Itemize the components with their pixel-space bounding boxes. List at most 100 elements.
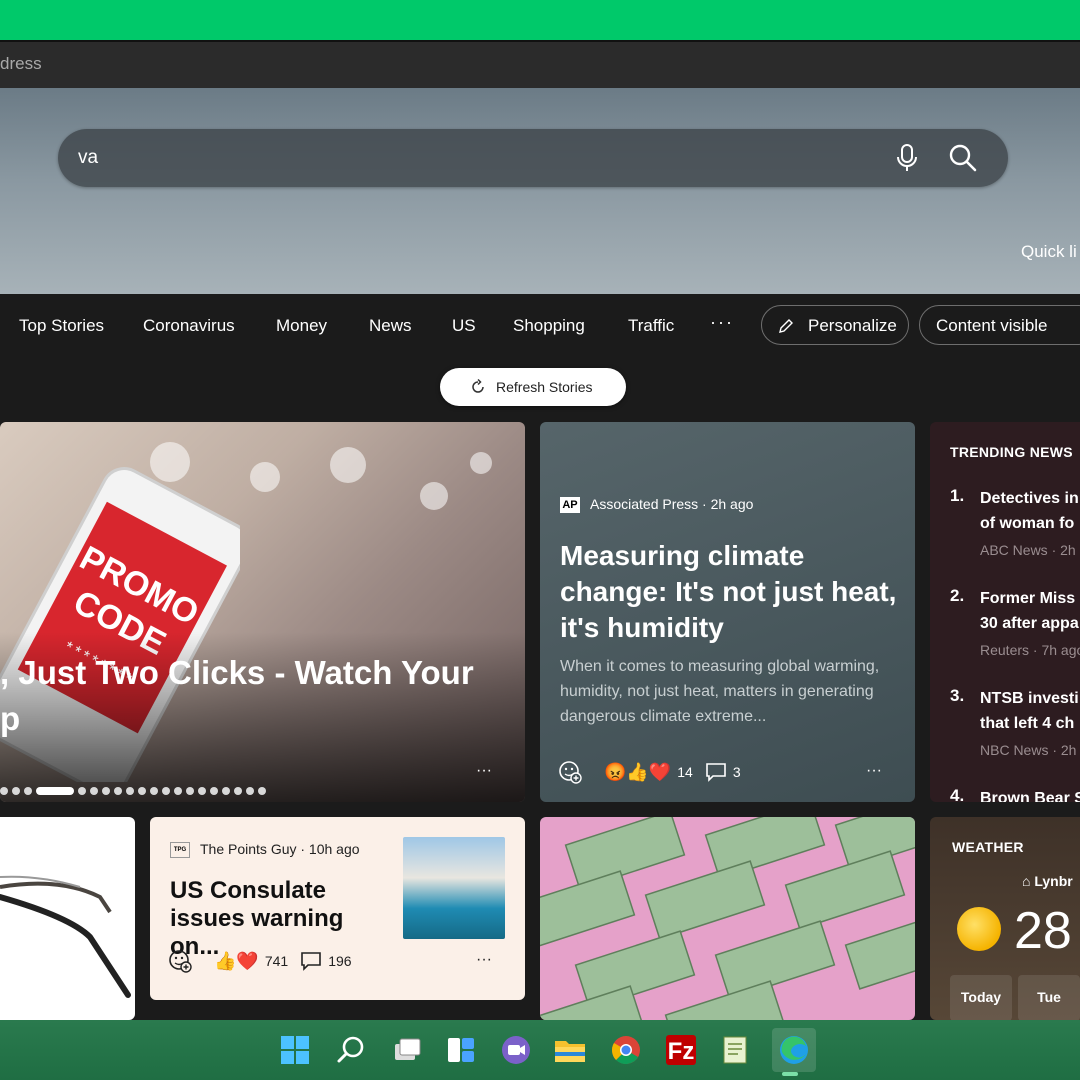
add-reaction-icon[interactable] (558, 760, 582, 784)
promo-headline[interactable]: , Just Two Clicks - Watch Your p (0, 650, 500, 742)
search-icon[interactable] (948, 143, 978, 173)
bokeh-light (250, 462, 280, 492)
carousel-dot-active[interactable] (36, 787, 74, 795)
climate-title[interactable]: Measuring climate change: It's not just … (560, 538, 900, 646)
money-story-card[interactable] (540, 817, 915, 1020)
carousel-dot[interactable] (12, 787, 20, 795)
microphone-icon[interactable] (896, 143, 918, 173)
address-placeholder[interactable]: dress (0, 54, 42, 74)
promo-carousel-card[interactable]: PROMO CODE ******** , Just Two Clicks - … (0, 422, 525, 802)
trending-number: 1. (950, 486, 965, 505)
nav-more-button[interactable]: ··· (710, 312, 734, 333)
quick-links-toggle[interactable]: Quick li (1021, 242, 1077, 262)
add-reaction-icon[interactable] (168, 949, 192, 973)
nav-money[interactable]: Money (276, 316, 327, 336)
carousel-dot[interactable] (138, 787, 146, 795)
trending-number: 4. (950, 786, 965, 802)
points-guy-story-card[interactable]: TPG The Points Guy · 10h ago US Consulate… (150, 817, 525, 1000)
promo-headline-line2: p (0, 700, 21, 737)
carousel-dot[interactable] (78, 787, 86, 795)
weather-location-text: Lynbr (1034, 873, 1073, 889)
personalize-button[interactable]: Personalize (761, 305, 909, 345)
trending-title-line1: Brown Bear S (980, 790, 1080, 802)
bokeh-light (470, 452, 492, 474)
points-source-text: The Points Guy · 10h ago (200, 841, 360, 857)
trending-title-line1: Detectives in (980, 490, 1079, 507)
reaction-emojis-icon: 👍❤️ (214, 950, 259, 971)
climate-source: AP Associated Press · 2h ago (560, 496, 753, 514)
carousel-dot[interactable] (234, 787, 242, 795)
search-query[interactable]: va (78, 147, 98, 169)
weather-location[interactable]: ⌂ Lynbr (1022, 873, 1073, 889)
refresh-stories-label: Refresh Stories (496, 379, 593, 395)
points-source: TPG The Points Guy · 10h ago (170, 841, 360, 859)
promo-more-button[interactable]: ··· (476, 762, 492, 780)
points-reactions: 👍❤️ 741 196 (168, 949, 352, 973)
nav-coronavirus[interactable]: Coronavirus (143, 316, 235, 336)
task-view-icon[interactable] (389, 1032, 425, 1068)
personalize-label: Personalize (808, 316, 897, 335)
carousel-dot[interactable] (126, 787, 134, 795)
forecast-day[interactable]: Tue (1018, 975, 1080, 1020)
trending-title-line1: Former Miss (980, 590, 1076, 607)
trending-meta: NBC News · 2h (980, 742, 1077, 758)
carousel-dot[interactable] (162, 787, 170, 795)
trending-title: Detectives in of woman fo (980, 486, 1080, 536)
carousel-dots[interactable] (0, 787, 266, 795)
content-visibility-button[interactable]: Content visible (919, 305, 1080, 345)
carousel-dot[interactable] (114, 787, 122, 795)
forecast-day[interactable]: Today (950, 975, 1012, 1020)
search-icon[interactable] (333, 1032, 369, 1068)
trending-meta: ABC News · 2h (980, 542, 1076, 558)
filezilla-icon[interactable]: Fz (663, 1032, 699, 1068)
home-icon: ⌂ (1022, 873, 1031, 889)
points-more-button[interactable]: ··· (476, 951, 492, 969)
feed-nav: Top Stories Coronavirus Money News US Sh… (0, 294, 1080, 364)
climate-more-button[interactable]: ··· (866, 762, 882, 780)
comment-icon[interactable] (300, 951, 322, 971)
carousel-dot[interactable] (150, 787, 158, 795)
weather-temperature: 28 (1014, 902, 1072, 960)
carousel-dot[interactable] (210, 787, 218, 795)
notepad-icon[interactable] (718, 1032, 754, 1068)
windows-start-icon[interactable] (277, 1032, 313, 1068)
chrome-icon[interactable] (608, 1032, 644, 1068)
bokeh-light (420, 482, 448, 510)
carousel-dot[interactable] (222, 787, 230, 795)
weather-card[interactable]: WEATHER ⌂ Lynbr 28 Today Tue (930, 817, 1080, 1020)
teams-chat-icon[interactable] (498, 1032, 534, 1068)
file-explorer-icon[interactable] (552, 1032, 588, 1068)
carousel-dot[interactable] (24, 787, 32, 795)
pencil-icon (779, 319, 793, 333)
address-bar[interactable]: dress (0, 40, 1080, 88)
nav-news[interactable]: News (369, 316, 412, 336)
nav-shopping[interactable]: Shopping (513, 316, 585, 336)
widgets-icon[interactable] (443, 1032, 479, 1068)
edge-browser-icon[interactable] (776, 1032, 812, 1068)
carousel-dot[interactable] (90, 787, 98, 795)
eyeglasses-image (0, 875, 131, 998)
carousel-dot[interactable] (0, 787, 8, 795)
carousel-dot[interactable] (198, 787, 206, 795)
climate-comment-count: 3 (732, 764, 741, 780)
refresh-stories-button[interactable]: Refresh Stories (440, 368, 626, 406)
carousel-dot[interactable] (258, 787, 266, 795)
nav-traffic[interactable]: Traffic (628, 316, 674, 336)
carousel-dot[interactable] (174, 787, 182, 795)
eyeglasses-ad-card[interactable] (0, 817, 135, 1020)
climate-story-card[interactable]: AP Associated Press · 2h ago Measuring cl… (540, 422, 915, 802)
carousel-dot[interactable] (246, 787, 254, 795)
climate-summary: When it comes to measuring global warmin… (560, 658, 880, 725)
nav-top-stories[interactable]: Top Stories (19, 316, 104, 336)
carousel-dot[interactable] (186, 787, 194, 795)
nav-us[interactable]: US (452, 316, 476, 336)
trending-title-line2: that left 4 ch (980, 715, 1075, 732)
content-visibility-label: Content visible (936, 316, 1048, 335)
points-reaction-count: 741 (264, 953, 289, 969)
trending-number: 3. (950, 686, 965, 705)
search-box[interactable]: va (58, 129, 1008, 187)
points-guy-logo-icon: TPG (170, 842, 190, 859)
active-app-indicator (782, 1072, 798, 1076)
comment-icon[interactable] (705, 762, 727, 782)
carousel-dot[interactable] (102, 787, 110, 795)
